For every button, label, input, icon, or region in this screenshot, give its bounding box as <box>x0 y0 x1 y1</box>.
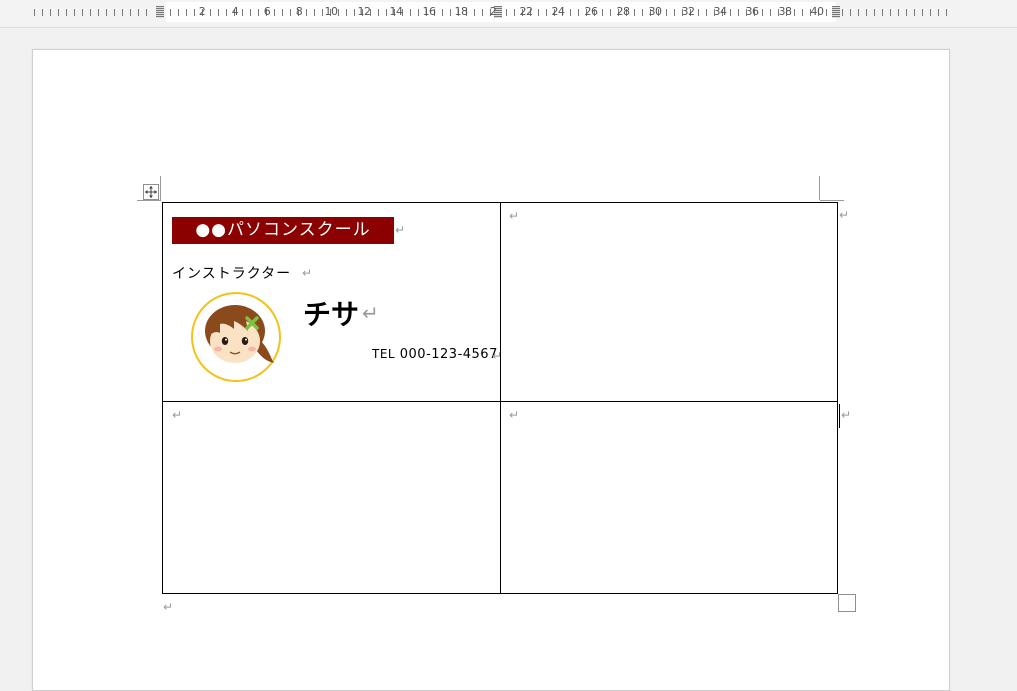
phone-number: 000-123-4567 <box>399 347 498 362</box>
crop-mark-top-left-v <box>160 176 161 200</box>
ruler-tick <box>114 9 115 16</box>
table-column-divider <box>500 203 501 593</box>
left-indent-marker[interactable] <box>156 6 164 18</box>
ruler-number: 4 <box>231 5 239 18</box>
ruler-tick <box>66 9 67 16</box>
instructor-avatar[interactable] <box>190 291 282 383</box>
cell-end-mark: ↵ <box>509 209 520 223</box>
instructor-name[interactable]: チサ <box>303 293 359 333</box>
ruler-number: 26 <box>584 5 599 18</box>
ruler-tick <box>98 9 99 16</box>
ruler-number: 12 <box>357 5 372 18</box>
ruler-tick <box>146 9 147 16</box>
ruler-tick <box>866 9 867 16</box>
ruler-number: 22 <box>519 5 534 18</box>
ruler-number: 16 <box>422 5 437 18</box>
ruler-number: 2 <box>198 5 206 18</box>
ruler-tick <box>218 9 219 16</box>
ruler-tick <box>58 9 59 16</box>
horizontal-ruler[interactable]: 2 4 6 8 10 12 14 16 18 2 22 24 26 28 30 32 34 36 38 40 <box>0 0 1017 28</box>
school-name-banner[interactable]: ●●パソコンスクール <box>172 217 394 244</box>
ruler-number: 6 <box>263 5 271 18</box>
ruler-number: 10 <box>324 5 339 18</box>
ruler-tick <box>802 9 803 16</box>
ruler-tick <box>946 9 947 16</box>
paragraph-mark: ↵ <box>492 349 503 363</box>
ruler-tick <box>106 9 107 16</box>
ruler-number: 8 <box>295 5 303 18</box>
table-row-divider <box>163 401 837 402</box>
row-end-mark: ↵ <box>841 408 852 422</box>
paragraph-mark: ↵ <box>362 301 379 325</box>
crop-mark-top-left-h <box>137 200 161 201</box>
ruler-tick <box>938 9 939 16</box>
ruler-tick <box>442 9 443 16</box>
crop-mark-top-right-h <box>820 200 844 201</box>
ruler-tick <box>882 9 883 16</box>
cell-end-mark: ↵ <box>172 408 183 422</box>
table-move-handle[interactable] <box>143 184 159 200</box>
paragraph-mark: ↵ <box>395 223 406 237</box>
ruler-tick <box>282 9 283 16</box>
paragraph-mark: ↵ <box>163 600 174 614</box>
ruler-tick <box>922 9 923 16</box>
ruler-tick <box>890 9 891 16</box>
crop-mark-top-right-v <box>819 176 820 200</box>
ruler-tick <box>858 9 859 16</box>
ruler-tick <box>122 9 123 16</box>
ruler-tick <box>186 9 187 16</box>
ruler-number: 30 <box>648 5 663 18</box>
ruler-tick <box>842 9 843 16</box>
ruler-number: 38 <box>778 5 793 18</box>
ruler-number: 36 <box>745 5 760 18</box>
ruler-tick <box>90 9 91 16</box>
tel-label: TEL <box>372 347 396 361</box>
move-arrows-icon <box>145 186 157 198</box>
ruler-tick <box>130 9 131 16</box>
ruler-number: 32 <box>681 5 696 18</box>
ruler-tick <box>74 9 75 16</box>
ruler-tick <box>314 9 315 16</box>
ruler-tick <box>34 9 35 16</box>
ruler-tick <box>138 9 139 16</box>
ruler-tick <box>914 9 915 16</box>
role-title[interactable]: インストラクター <box>172 263 291 283</box>
ruler-number: 14 <box>389 5 404 18</box>
ruler-tick <box>906 9 907 16</box>
ruler-number: 28 <box>616 5 631 18</box>
ruler-tick <box>930 9 931 16</box>
cell-end-mark: ↵ <box>509 408 520 422</box>
row-end-mark: ↵ <box>839 208 850 222</box>
ruler-tick <box>170 9 171 16</box>
ruler-tick <box>474 9 475 16</box>
ruler-tick <box>850 9 851 16</box>
ruler-tick <box>82 9 83 16</box>
ruler-tick <box>178 9 179 16</box>
ruler-number: 40 <box>810 5 825 18</box>
ruler-tick <box>410 9 411 16</box>
text-cursor <box>839 404 840 428</box>
ruler-number: 2 <box>489 5 497 18</box>
ruler-tick <box>42 9 43 16</box>
ruler-tick <box>250 9 251 16</box>
ruler-tick <box>378 9 379 16</box>
ruler-tick <box>346 9 347 16</box>
ruler-number: 18 <box>454 5 469 18</box>
ruler-tick <box>874 9 875 16</box>
right-indent-marker[interactable] <box>832 6 840 18</box>
ruler-tick <box>898 9 899 16</box>
ruler-tick <box>770 9 771 16</box>
business-card-table[interactable] <box>162 202 838 594</box>
phone-line[interactable]: TEL 000-123-4567 <box>372 347 498 362</box>
ruler-tick <box>506 9 507 16</box>
ruler-number: 24 <box>551 5 566 18</box>
table-resize-handle[interactable] <box>838 594 856 612</box>
ruler-number: 34 <box>713 5 728 18</box>
paragraph-mark: ↵ <box>302 266 313 280</box>
ruler-tick <box>50 9 51 16</box>
